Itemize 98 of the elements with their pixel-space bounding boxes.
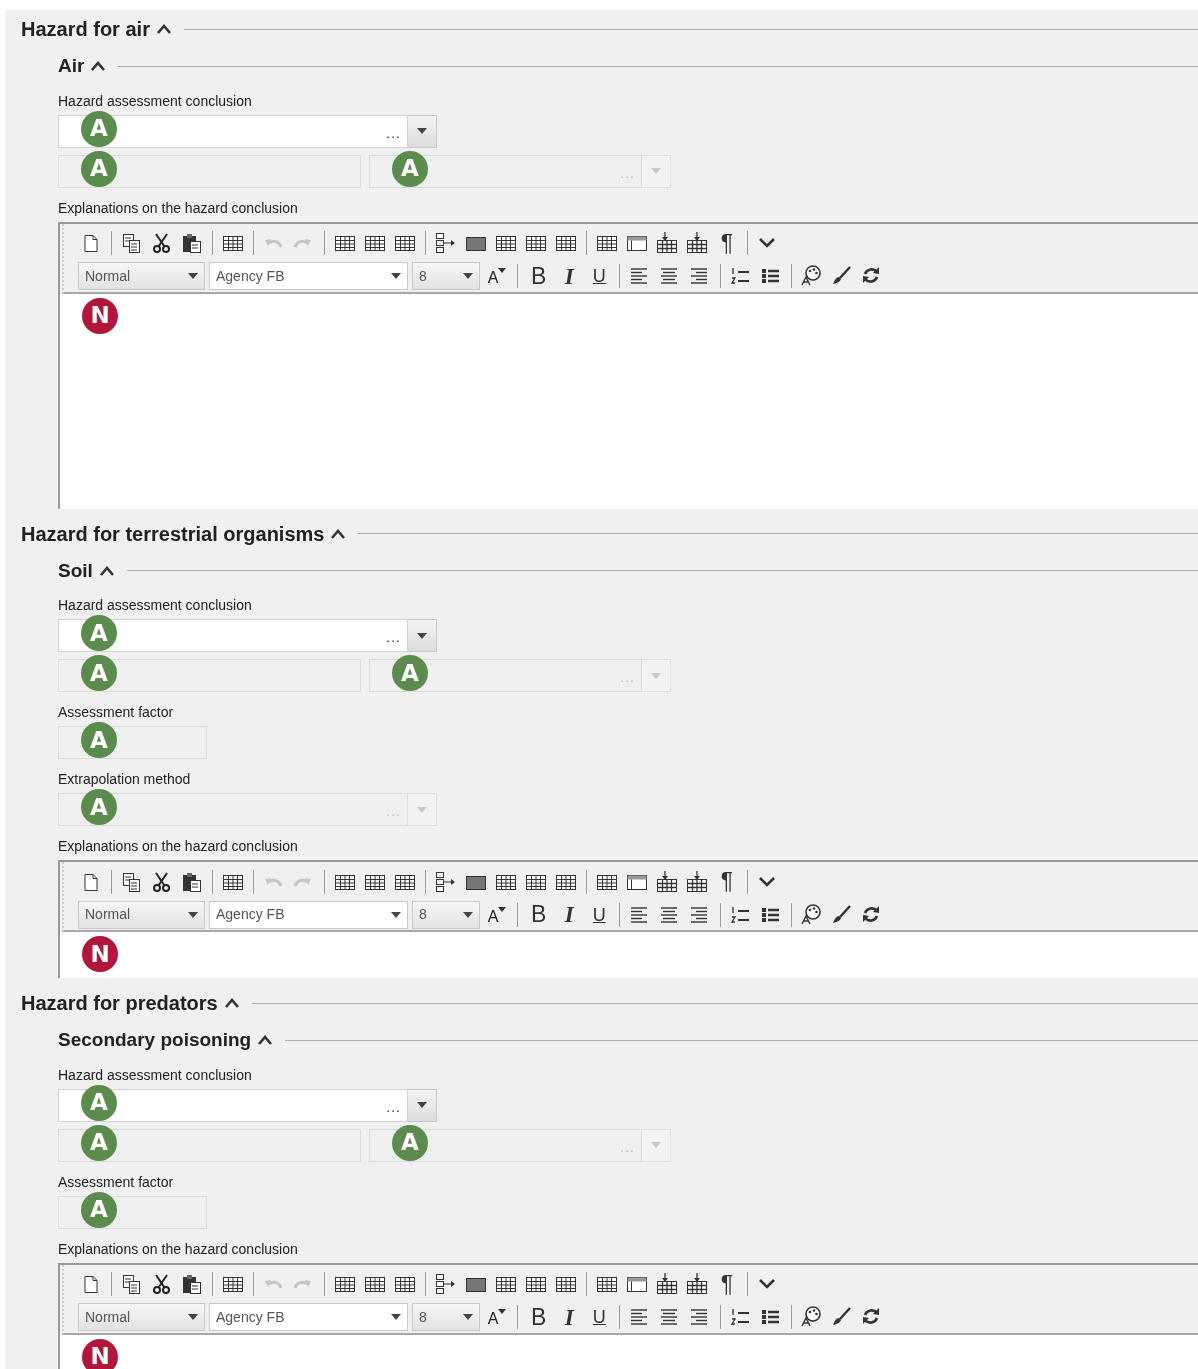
caret-icon: [188, 911, 198, 918]
clipboard-icon[interactable]: [180, 231, 204, 255]
caret-icon: [463, 273, 473, 279]
field-label: Extrapolation method: [58, 770, 192, 789]
badge: A: [392, 150, 428, 187]
ellipsis-label: ...: [386, 123, 402, 143]
caret-icon: [417, 128, 427, 134]
dropdown-button[interactable]: [408, 1088, 437, 1122]
badge: N: [82, 297, 118, 334]
field-label: Assessment factor: [58, 1172, 175, 1192]
font-dropdown[interactable]: Agency FB: [209, 262, 408, 290]
section-title: Hazard for terrestrial organisms: [21, 521, 325, 547]
collapse-icon[interactable]: [223, 996, 240, 1010]
subsection-title: Air: [58, 54, 85, 78]
section-title: Hazard for air: [21, 17, 150, 42]
field-label: Explanations on the hazard conclusion: [58, 198, 299, 218]
size-dropdown[interactable]: 8: [412, 262, 480, 290]
badge: A: [81, 150, 117, 187]
subsection-title: Secondary poisoning: [58, 1028, 252, 1052]
caret-icon: [463, 911, 473, 918]
caret-icon: [651, 168, 661, 174]
underline-button[interactable]: U: [586, 900, 613, 929]
caret-icon: [391, 1314, 401, 1320]
style-dropdown[interactable]: Normal: [78, 900, 205, 929]
insert-row-icon[interactable]: [655, 231, 679, 255]
insert-column-icon[interactable]: [685, 231, 709, 255]
caret-icon: [391, 273, 401, 279]
caret-icon: [463, 1314, 473, 1320]
badge: A: [81, 1124, 117, 1161]
bold-button[interactable]: B: [525, 262, 553, 290]
paragraph-mark-button[interactable]: ¶: [714, 229, 740, 257]
badge: A: [392, 655, 428, 691]
caret-icon: [498, 268, 507, 273]
badge: A: [392, 1124, 428, 1161]
insert-column-icon[interactable]: [685, 869, 709, 894]
style-dropdown[interactable]: Normal: [78, 1303, 205, 1331]
field-label: Explanations on the hazard conclusion: [58, 1239, 299, 1259]
insert-column-icon[interactable]: [685, 1272, 709, 1296]
size-dropdown[interactable]: 8: [412, 1303, 480, 1331]
picklist-field[interactable]: ... A: [58, 114, 408, 148]
section-title: Hazard for predators: [21, 991, 218, 1016]
caret-icon: [651, 1142, 661, 1148]
insert-row-icon[interactable]: [655, 1272, 679, 1296]
collapse-icon[interactable]: [155, 22, 172, 36]
field-label: Hazard assessment conclusion: [58, 91, 253, 111]
field-label: Hazard assessment conclusion: [58, 1065, 253, 1085]
caret-icon: [651, 672, 661, 679]
dropdown-button[interactable]: [408, 114, 437, 148]
italic-button[interactable]: I: [556, 900, 583, 929]
badge: A: [81, 1191, 117, 1228]
badge: A: [81, 1084, 117, 1121]
bold-button[interactable]: B: [525, 1303, 553, 1331]
editor-text-area[interactable]: N: [60, 1334, 1198, 1369]
font-size-button[interactable]: A: [484, 262, 510, 290]
badge: A: [81, 722, 117, 758]
field-label: Hazard assessment conclusion: [58, 596, 253, 615]
field-label: Explanations on the hazard conclusion: [58, 837, 299, 856]
subsection-title: Soil: [58, 558, 93, 583]
font-dropdown[interactable]: Agency FB: [209, 900, 408, 929]
dropdown-button[interactable]: [408, 619, 437, 652]
caret-icon: [188, 273, 198, 279]
picklist-field[interactable]: ... A: [58, 1088, 408, 1122]
ellipsis-label: ...: [620, 668, 636, 687]
caret-icon: [498, 1309, 507, 1314]
underline-button[interactable]: U: [586, 262, 613, 290]
caret-icon: [417, 1102, 427, 1108]
ellipsis-label: ...: [620, 1137, 636, 1157]
badge: A: [81, 110, 117, 147]
size-dropdown[interactable]: 8: [412, 900, 480, 929]
field-label: Assessment factor: [58, 703, 175, 722]
caret-icon: [188, 1314, 198, 1320]
italic-button[interactable]: I: [556, 1303, 583, 1331]
font-size-button[interactable]: A: [484, 900, 510, 929]
ellipsis-label: ...: [386, 1097, 402, 1117]
ellipsis-label: ...: [620, 163, 636, 183]
underline-button[interactable]: U: [586, 1303, 613, 1331]
font-dropdown[interactable]: Agency FB: [209, 1303, 408, 1331]
clipboard-icon[interactable]: [180, 1272, 204, 1296]
editor-text-area[interactable]: N: [60, 293, 1198, 509]
paragraph-mark-button[interactable]: ¶: [714, 867, 740, 896]
ellipsis-label: ...: [386, 802, 402, 821]
badge: A: [81, 789, 117, 825]
bold-button[interactable]: B: [525, 900, 553, 929]
insert-row-icon[interactable]: [655, 869, 679, 894]
caret-icon: [391, 911, 401, 918]
italic-button[interactable]: I: [556, 262, 583, 290]
ellipsis-label: ...: [386, 628, 402, 647]
editor-text-area[interactable]: N: [60, 932, 1198, 978]
caret-icon: [417, 632, 427, 639]
badge: N: [82, 1338, 118, 1369]
caret-icon: [417, 806, 427, 813]
caret-icon: [498, 906, 507, 912]
badge: A: [81, 615, 117, 651]
badge: A: [81, 655, 117, 691]
style-dropdown[interactable]: Normal: [78, 262, 205, 290]
badge: N: [82, 936, 118, 972]
font-size-button[interactable]: A: [484, 1303, 510, 1331]
paragraph-mark-button[interactable]: ¶: [714, 1270, 740, 1298]
